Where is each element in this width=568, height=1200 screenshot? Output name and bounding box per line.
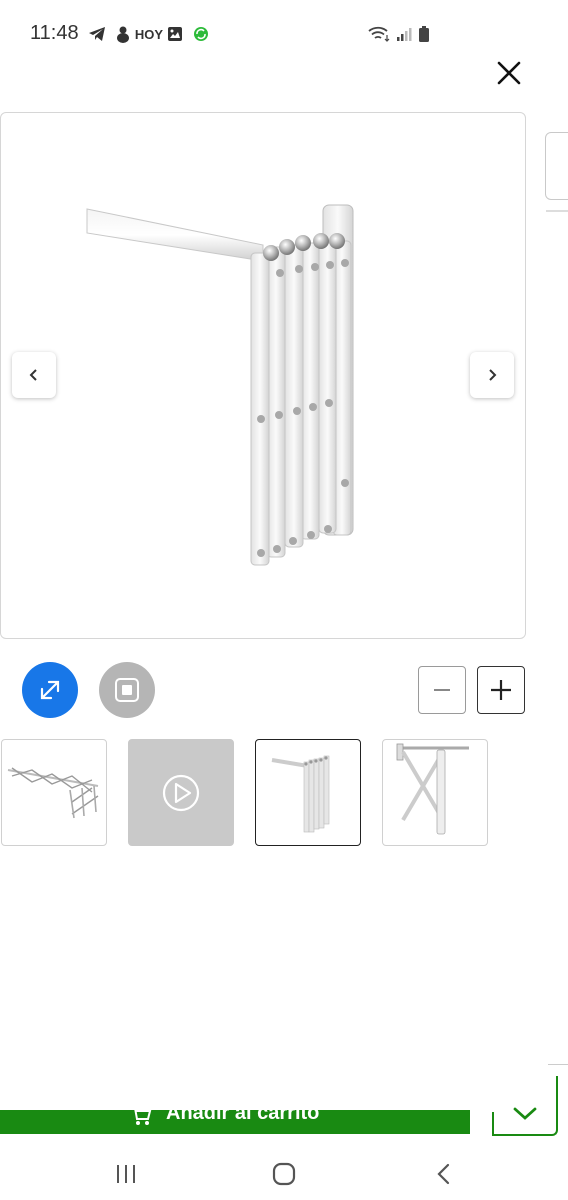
quantity-dropdown[interactable] [512, 1106, 538, 1127]
bottom-action-bar: Añadir al carrito [0, 1062, 568, 1142]
wifi-icon [368, 26, 390, 47]
quantity-divider [492, 1112, 494, 1134]
gallery-icon [166, 25, 184, 43]
folding-wall-drying-rack-image [86, 204, 354, 566]
chevron-right-icon [489, 369, 497, 381]
bottom-divider [548, 1064, 568, 1065]
close-icon [497, 61, 521, 85]
viewer-controls [0, 660, 568, 720]
cart-icon [134, 1110, 152, 1125]
status-bar: 11:48 HOY [0, 0, 568, 64]
fullscreen-button[interactable] [22, 662, 78, 718]
previous-image-button[interactable] [12, 352, 56, 398]
image-viewer[interactable] [0, 112, 526, 639]
status-time: 11:48 [30, 22, 79, 44]
play-icon [162, 774, 200, 811]
zoom-in-button[interactable] [477, 666, 525, 714]
hoy-icon: HOY [134, 26, 164, 42]
add-to-cart-label: Añadir al carrito [166, 1110, 320, 1124]
thumbnail-folded-rack[interactable] [255, 739, 361, 846]
close-button[interactable] [494, 58, 524, 88]
chevron-left-icon [29, 369, 37, 381]
home-icon [272, 1162, 296, 1186]
side-view-image [396, 743, 469, 835]
back-button[interactable] [424, 1154, 464, 1194]
status-icons-left: HOY [88, 25, 210, 43]
thumbnail-side-view[interactable] [382, 739, 488, 846]
next-slide-peek[interactable] [545, 132, 568, 200]
home-button[interactable] [264, 1154, 304, 1194]
expand-icon [40, 680, 60, 700]
zoom-out-button[interactable] [418, 666, 466, 714]
back-icon [437, 1163, 450, 1185]
chevron-down-icon [513, 1107, 537, 1120]
snow-icon [114, 25, 132, 43]
stop-icon [115, 678, 139, 702]
stop-button[interactable] [99, 662, 155, 718]
next-image-button[interactable] [470, 352, 514, 398]
thumbnail-extended-rack[interactable] [1, 739, 107, 846]
next-slide-divider [546, 210, 568, 212]
thumbnail-video[interactable] [128, 739, 234, 846]
recents-icon [117, 1165, 135, 1183]
folded-rack-image [271, 755, 330, 833]
signal-icon [396, 26, 412, 47]
minus-icon [434, 689, 450, 691]
recents-button[interactable] [106, 1154, 146, 1194]
telegram-icon [88, 25, 106, 43]
add-to-cart-button[interactable]: Añadir al carrito [0, 1110, 470, 1134]
status-icons-right [368, 25, 430, 48]
plus-icon [491, 680, 511, 700]
battery-icon [418, 25, 430, 48]
sync-icon [192, 25, 210, 43]
system-navigation-bar [0, 1142, 568, 1200]
thumbnail-strip [0, 739, 568, 847]
extended-rack-image [7, 767, 99, 819]
